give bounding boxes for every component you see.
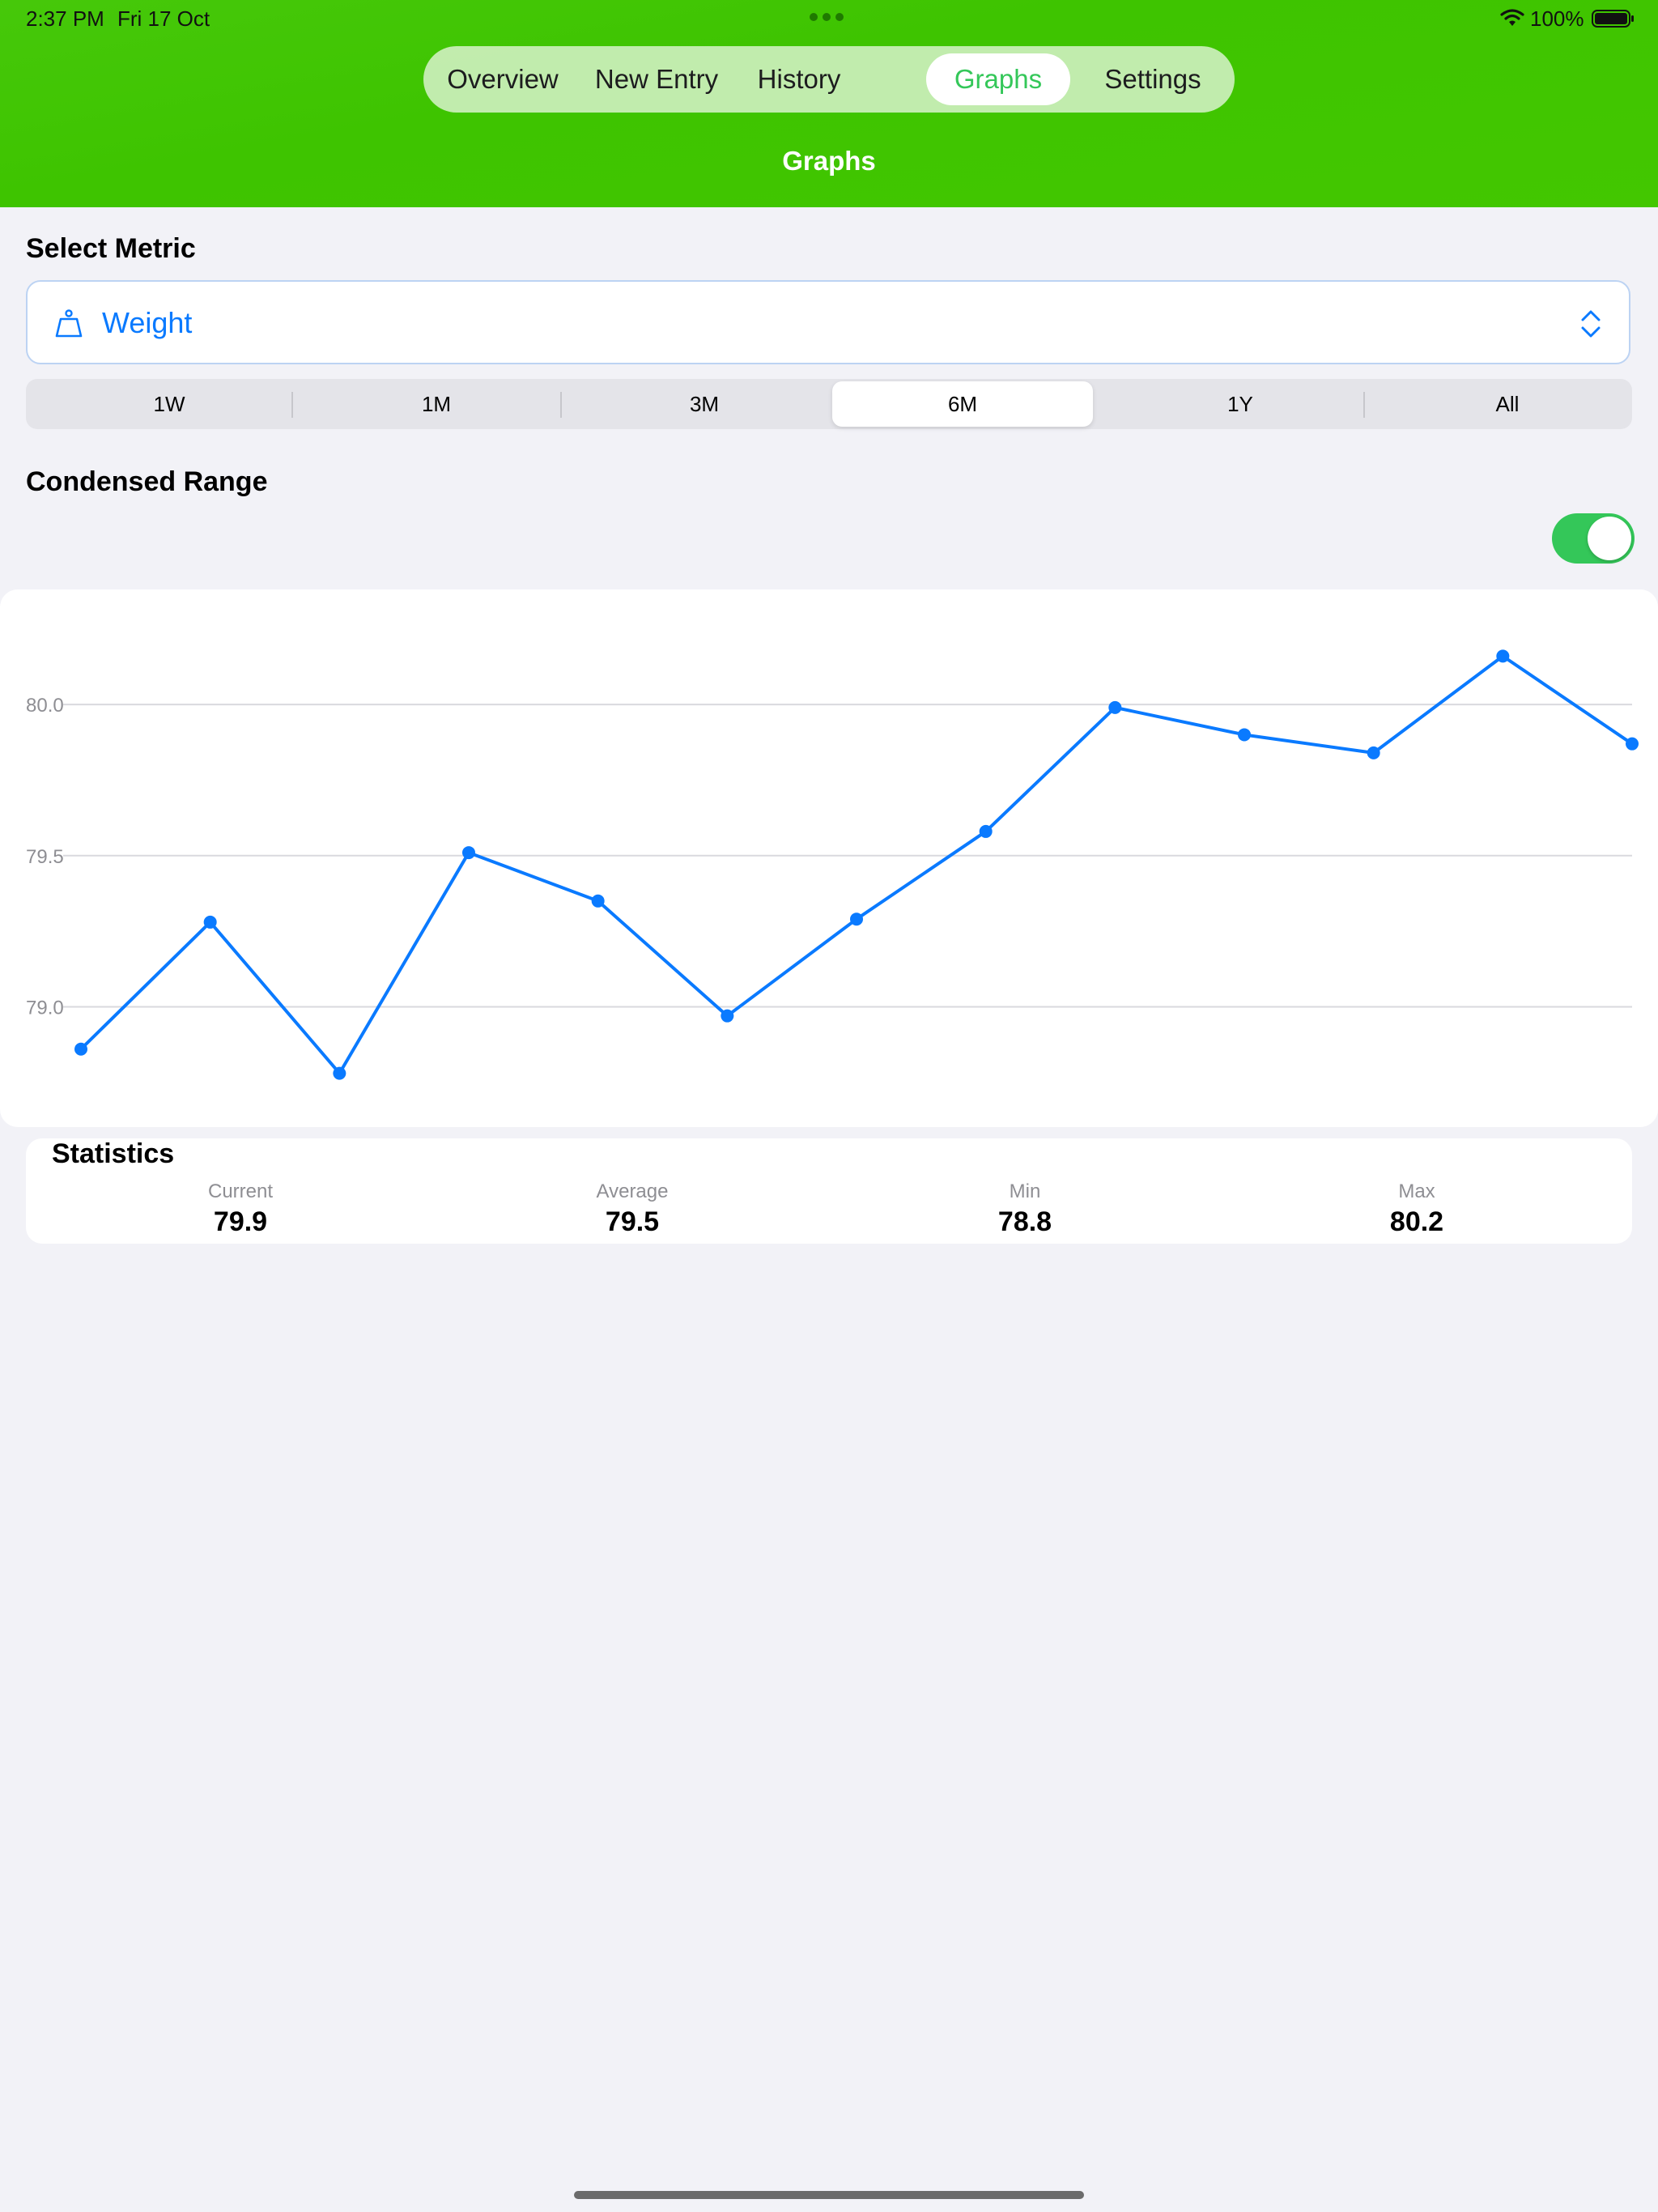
y-tick-label: 79.0 (26, 997, 64, 1019)
stat-label: Max (1398, 1180, 1435, 1202)
condensed-range-toggle[interactable] (1552, 513, 1635, 564)
segment-divider (291, 392, 293, 418)
data-point[interactable] (203, 915, 217, 929)
data-point[interactable] (74, 1042, 87, 1056)
stat-label: Current (207, 1180, 274, 1202)
time-range-segmented-control: 1W 1M 3M 6M 1Y All (26, 379, 1632, 429)
tab-bar: Overview New Entry History Graphs Settin… (423, 46, 1235, 113)
data-point[interactable] (721, 1009, 734, 1023)
data-point[interactable] (1108, 700, 1122, 714)
metric-picker[interactable]: Weight (26, 280, 1630, 364)
y-tick-label: 80.0 (26, 695, 64, 717)
range-all[interactable]: All (1377, 381, 1638, 427)
weight-series-line (79, 654, 1634, 1075)
home-indicator[interactable] (574, 2191, 1084, 2199)
range-1w[interactable]: 1W (39, 381, 300, 427)
tab-overview[interactable]: Overview (438, 53, 568, 105)
data-point[interactable] (462, 846, 475, 860)
range-1m[interactable]: 1M (306, 381, 567, 427)
range-1y[interactable]: 1Y (1110, 381, 1371, 427)
data-point[interactable] (1496, 649, 1510, 663)
page-title: Graphs (782, 146, 876, 176)
data-point[interactable] (1238, 728, 1251, 742)
range-6m[interactable]: 6M (832, 381, 1093, 427)
status-date: Fri 17 Oct (117, 6, 210, 31)
tab-new-entry[interactable]: New Entry (584, 53, 729, 105)
multitasking-dots-icon[interactable] (810, 13, 844, 21)
weight-line-chart: 79.0 79.5 80.0 (26, 649, 1639, 1080)
data-point[interactable] (850, 912, 863, 926)
battery-icon (1592, 10, 1634, 28)
tab-settings[interactable]: Settings (1086, 53, 1220, 105)
metric-picker-value: Weight (102, 306, 193, 339)
data-point[interactable] (979, 824, 993, 838)
data-point[interactable] (591, 894, 605, 908)
stat-value: 79.5 (605, 1206, 660, 1237)
data-point[interactable] (333, 1066, 346, 1080)
scale-icon (55, 309, 83, 338)
stat-average: Average 79.5 (511, 1180, 754, 1238)
condensed-range-label: Condensed Range (26, 466, 268, 497)
toggle-knob (1588, 517, 1631, 560)
battery-percentage: 100% (1530, 6, 1584, 31)
stat-value: 80.2 (1389, 1206, 1444, 1237)
statistics-card: Statistics Current 79.9 Average 79.5 Min… (26, 1138, 1632, 1244)
weight-chart-card: 79.0 79.5 80.0 (0, 589, 1658, 1127)
stat-label: Average (596, 1180, 669, 1202)
stat-value: 78.8 (997, 1206, 1052, 1237)
status-time: 2:37 PM (26, 6, 104, 31)
app-header: 2:37 PM Fri 17 Oct 100% Overview New Ent… (0, 0, 1658, 207)
stat-label: Min (1009, 1180, 1041, 1202)
data-point[interactable] (1626, 737, 1639, 751)
chevron-up-down-icon (1581, 310, 1601, 338)
y-tick-label: 79.5 (26, 846, 64, 868)
select-metric-label: Select Metric (26, 233, 196, 264)
tab-history[interactable]: History (746, 53, 852, 105)
data-point[interactable] (1367, 746, 1380, 759)
wifi-icon (1500, 9, 1524, 26)
segment-divider (560, 392, 562, 418)
stat-current: Current 79.9 (119, 1180, 362, 1238)
stat-min: Min 78.8 (903, 1180, 1146, 1238)
tab-graphs[interactable]: Graphs (926, 53, 1070, 105)
stat-value: 79.9 (213, 1206, 268, 1237)
statistics-title: Statistics (52, 1138, 175, 1169)
range-3m[interactable]: 3M (574, 381, 835, 427)
segment-divider (1363, 392, 1365, 418)
stat-max: Max 80.2 (1295, 1180, 1538, 1238)
